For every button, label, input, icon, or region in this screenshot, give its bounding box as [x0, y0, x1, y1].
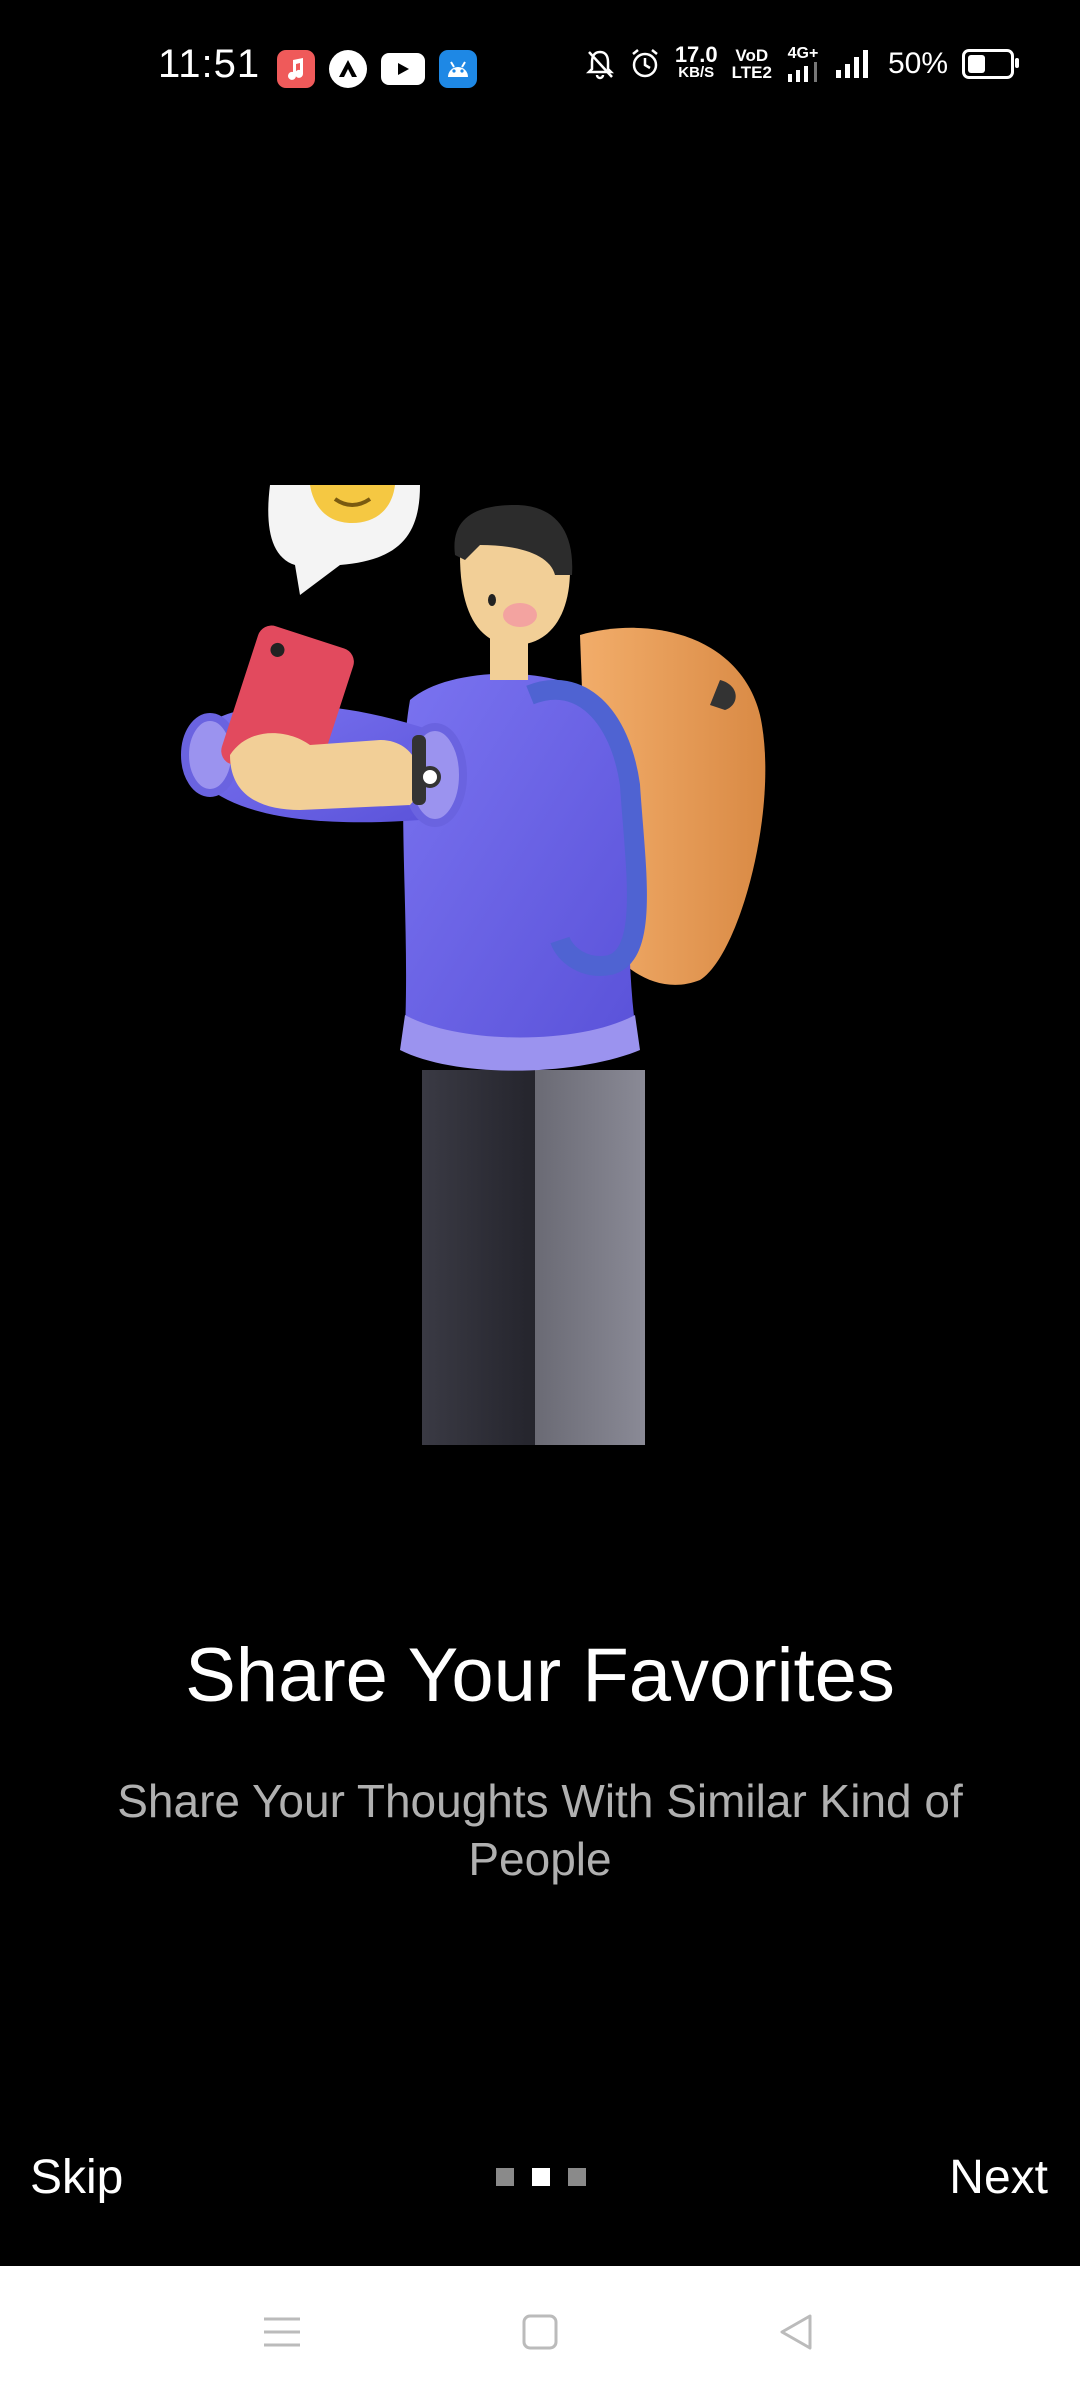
onboarding-subtitle: Share Your Thoughts With Similar Kind of…: [117, 1775, 963, 1885]
music-app-icon: [277, 50, 315, 88]
mobile-data-indicator: 4G+: [786, 46, 820, 82]
right-leg: [535, 1070, 645, 1445]
onboarding-title: Share Your Favorites: [185, 1633, 895, 1718]
status-time: 11:51: [158, 42, 261, 86]
next-button[interactable]: Next: [949, 2150, 1048, 2205]
signal-icon: [835, 50, 868, 78]
home-icon[interactable]: [514, 2306, 566, 2358]
volte-bottom: LTE2: [731, 63, 772, 82]
notification-icons: [277, 50, 477, 88]
nav-app-icon: [329, 50, 367, 88]
android-debug-icon: [439, 50, 477, 88]
volte-top: VoD: [735, 46, 769, 65]
page-dot-3: [568, 2168, 586, 2186]
onboarding-illustration: [181, 485, 766, 1445]
page-dot-2-active: [532, 2168, 550, 2186]
youtube-icon: [381, 53, 425, 85]
system-status: 17.0 KB/S VoD LTE2 4G+ 50%: [585, 42, 1019, 82]
page-indicator: [496, 2168, 586, 2186]
system-nav-bar: [0, 2266, 1080, 2400]
battery-percent: 50%: [887, 47, 948, 80]
battery-icon: [962, 49, 1019, 79]
silent-bell-icon: [585, 50, 614, 80]
network-speed-unit: KB/S: [678, 64, 715, 81]
status-bar: 11:51 17.0 KB/S VoD LTE2 4G+ 50%: [0, 0, 1080, 136]
page-dot-1: [496, 2168, 514, 2186]
network-speed-value: 17.0: [674, 42, 718, 67]
volte-indicator: VoD LTE2: [732, 47, 772, 81]
hands: [230, 733, 420, 810]
menu-icon[interactable]: [256, 2306, 308, 2358]
network-speed: 17.0 KB/S: [674, 42, 718, 82]
network-type: 4G+: [787, 45, 819, 62]
alarm-icon: [632, 49, 658, 78]
skip-button[interactable]: Skip: [30, 2150, 123, 2205]
left-leg: [422, 1070, 537, 1445]
speech-bubble: [268, 485, 420, 595]
back-icon[interactable]: [770, 2306, 822, 2358]
data-bars-icon: [787, 62, 817, 82]
